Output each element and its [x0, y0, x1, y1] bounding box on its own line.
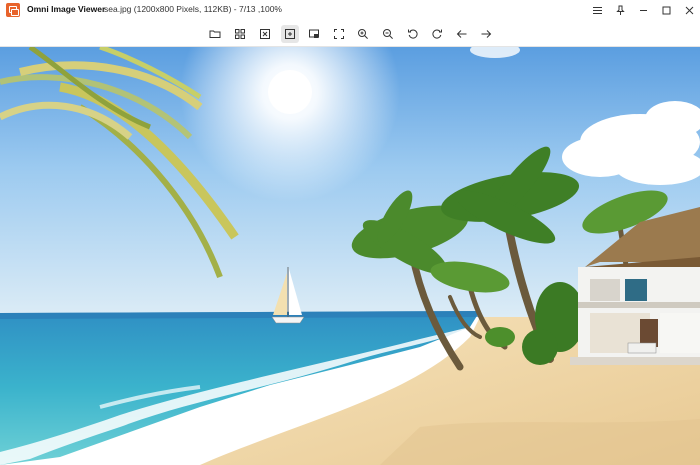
toolbar: [0, 22, 700, 47]
zoom-out-button[interactable]: [379, 25, 397, 43]
slideshow-icon: [309, 29, 319, 38]
thumbnails-button[interactable]: [231, 25, 249, 43]
fit-to-window-button[interactable]: [256, 25, 274, 43]
pin-icon[interactable]: [609, 0, 631, 20]
beach-photo: [0, 47, 700, 465]
menu-icon[interactable]: [586, 0, 608, 20]
rotate-right-icon: [432, 29, 442, 39]
image-canvas[interactable]: [0, 47, 700, 465]
zoom-out-icon: [383, 29, 393, 39]
open-folder-button[interactable]: [206, 25, 224, 43]
actual-size-button[interactable]: [281, 25, 299, 43]
close-icon[interactable]: [678, 0, 700, 20]
slideshow-button[interactable]: [305, 25, 323, 43]
file-info: sea.jpg (1200x800 Pixels, 112KB) - 7/13 …: [104, 4, 282, 14]
rotate-right-button[interactable]: [428, 25, 446, 43]
arrow-right-icon: [481, 30, 492, 38]
fullscreen-button[interactable]: [330, 25, 348, 43]
zoom-in-icon: [358, 29, 368, 39]
grid-icon: [235, 29, 245, 39]
sun: [268, 70, 312, 114]
rotate-left-icon: [408, 29, 418, 39]
arrow-left-icon: [456, 30, 467, 38]
window-controls: [585, 0, 700, 22]
minimize-icon[interactable]: [632, 0, 654, 20]
rotate-left-button[interactable]: [404, 25, 422, 43]
app-logo-icon: [6, 3, 20, 17]
maximize-icon[interactable]: [655, 0, 677, 20]
zoom-in-button[interactable]: [354, 25, 372, 43]
folder-icon: [209, 30, 221, 38]
previous-image-button[interactable]: [453, 25, 471, 43]
title-bar: Omni Image Viewer sea.jpg (1200x800 Pixe…: [0, 0, 700, 22]
app-name: Omni Image Viewer: [27, 4, 106, 14]
next-image-button[interactable]: [477, 25, 495, 43]
fullscreen-icon: [334, 29, 344, 39]
fit-icon: [260, 29, 270, 39]
actual-size-icon: [285, 29, 295, 39]
